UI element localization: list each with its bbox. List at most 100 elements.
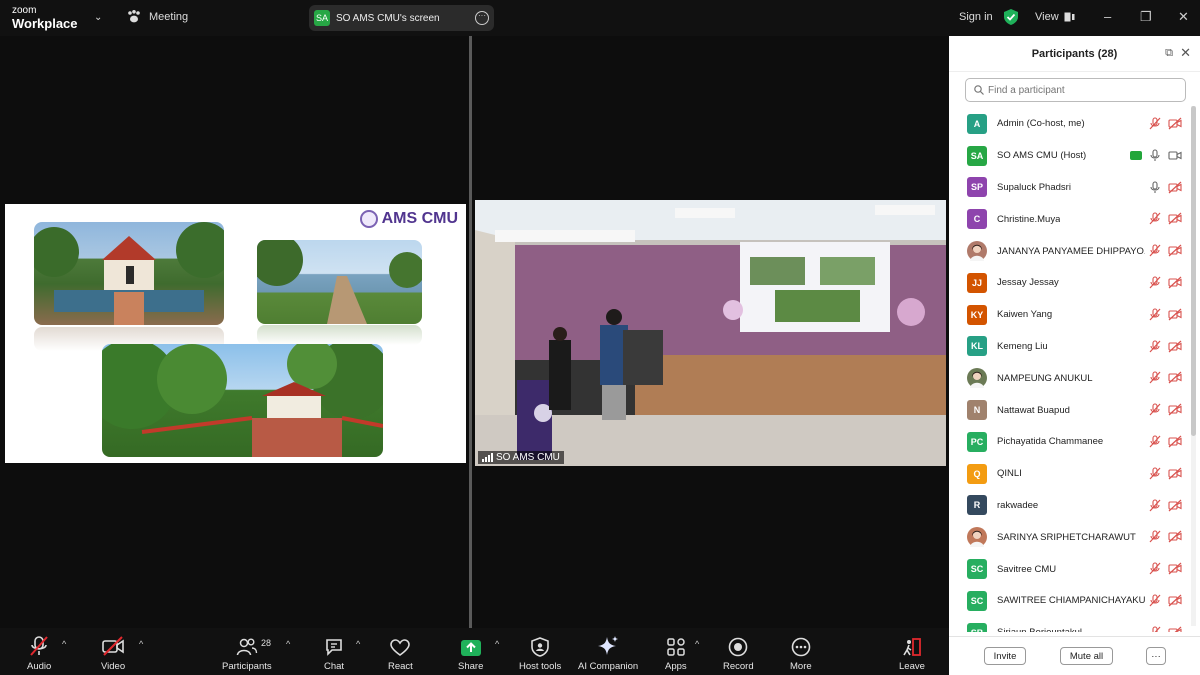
apps-icon bbox=[667, 638, 685, 656]
ai-companion-button[interactable]: AI Companion bbox=[578, 635, 638, 672]
camera-off-icon[interactable] bbox=[1168, 626, 1182, 632]
restore-icon[interactable]: ❐ bbox=[1140, 9, 1152, 25]
view-menu[interactable]: View bbox=[1035, 11, 1075, 23]
mic-muted-icon[interactable] bbox=[1149, 467, 1161, 485]
more-button[interactable]: More bbox=[790, 635, 812, 672]
camera-off-icon[interactable] bbox=[1168, 181, 1182, 199]
minimize-icon[interactable]: – bbox=[1104, 9, 1111, 24]
participant-search[interactable] bbox=[965, 78, 1186, 102]
mic-muted-icon[interactable] bbox=[1149, 340, 1161, 358]
camera-off-icon[interactable] bbox=[1168, 467, 1182, 485]
chevron-down-icon[interactable]: ⌄ bbox=[94, 12, 102, 23]
apps-button[interactable]: Apps bbox=[665, 635, 687, 672]
security-shield-icon[interactable] bbox=[1004, 9, 1018, 25]
camera-off-icon[interactable] bbox=[1168, 530, 1182, 548]
leave-button[interactable]: Leave bbox=[899, 635, 925, 672]
mute-all-button[interactable]: Mute all bbox=[1060, 647, 1113, 665]
participant-row[interactable]: SC Savitree CMU bbox=[949, 553, 1187, 585]
mic-muted-icon[interactable] bbox=[1149, 435, 1161, 453]
audio-options-caret-icon[interactable]: ^ bbox=[62, 639, 66, 649]
close-window-icon[interactable]: ✕ bbox=[1178, 9, 1189, 25]
participant-row[interactable]: JJ Jessay Jessay bbox=[949, 267, 1187, 299]
slide-photo-pavilion bbox=[102, 344, 383, 457]
participant-row[interactable]: JANANYA PANYAMEE DHIPPAYO... bbox=[949, 235, 1187, 267]
mic-muted-icon[interactable] bbox=[1149, 276, 1161, 294]
mic-muted-icon[interactable] bbox=[1149, 117, 1161, 135]
participant-row[interactable]: Rrakwadee bbox=[949, 490, 1187, 522]
meeting-menu[interactable]: Meeting bbox=[127, 10, 188, 23]
panel-more-button[interactable]: ··· bbox=[1146, 647, 1166, 665]
apps-options-caret-icon[interactable]: ^ bbox=[695, 639, 699, 649]
search-input[interactable] bbox=[988, 84, 1168, 96]
participant-row[interactable]: SC SAWITREE CHIAMPANICHAYAKUL bbox=[949, 585, 1187, 617]
camera-off-icon[interactable] bbox=[1168, 276, 1182, 294]
screen-share-indicator[interactable]: SA SO AMS CMU's screen ··· bbox=[309, 5, 494, 31]
scrollbar-thumb[interactable] bbox=[1191, 106, 1196, 436]
participant-row[interactable]: C Christine.Muya bbox=[949, 203, 1187, 235]
participant-name: QINLI bbox=[997, 468, 1022, 480]
mic-icon[interactable] bbox=[1149, 149, 1161, 167]
mic-muted-icon[interactable] bbox=[1149, 403, 1161, 421]
camera-off-icon[interactable] bbox=[1168, 117, 1182, 135]
participant-row[interactable]: SB Siriaun Boriountakul bbox=[949, 617, 1187, 632]
close-panel-icon[interactable]: ✕ bbox=[1180, 45, 1191, 61]
pop-out-icon[interactable]: ⧉ bbox=[1165, 47, 1173, 60]
participant-avatar: N bbox=[967, 400, 987, 421]
participant-row[interactable]: PC Pichayatida Chammanee bbox=[949, 426, 1187, 458]
mic-muted-icon[interactable] bbox=[1149, 594, 1161, 612]
invite-button[interactable]: Invite bbox=[984, 647, 1026, 665]
participant-row[interactable]: A Admin (Co-host, me) bbox=[949, 108, 1187, 140]
participant-row[interactable]: NAMPEUNG ANUKUL bbox=[949, 362, 1187, 394]
video-button[interactable]: Video bbox=[101, 635, 125, 672]
participant-row[interactable]: KL Kemeng Liu bbox=[949, 331, 1187, 363]
heart-icon bbox=[390, 639, 411, 656]
participant-row[interactable]: SP Supaluck Phadsri bbox=[949, 172, 1187, 204]
mic-muted-icon[interactable] bbox=[1149, 371, 1161, 389]
participant-name: Nattawat Buapud bbox=[997, 404, 1070, 416]
participant-avatar: KY bbox=[967, 304, 987, 325]
camera-off-icon[interactable] bbox=[1168, 403, 1182, 421]
host-tools-button[interactable]: Host tools bbox=[519, 635, 561, 672]
camera-off-icon[interactable] bbox=[1168, 212, 1182, 230]
mic-muted-icon[interactable] bbox=[1149, 530, 1161, 548]
participant-row[interactable]: SA SO AMS CMU (Host) bbox=[949, 140, 1187, 172]
sign-in-button[interactable]: Sign in bbox=[959, 11, 993, 23]
participant-row[interactable]: KY Kaiwen Yang bbox=[949, 299, 1187, 331]
camera-off-icon[interactable] bbox=[1168, 308, 1182, 326]
mic-muted-icon[interactable] bbox=[1149, 499, 1161, 517]
chat-button[interactable]: Chat bbox=[324, 635, 344, 672]
participants-options-caret-icon[interactable]: ^ bbox=[286, 639, 290, 649]
split-divider[interactable] bbox=[469, 36, 472, 628]
camera-off-icon[interactable] bbox=[1168, 594, 1182, 612]
chat-options-caret-icon[interactable]: ^ bbox=[356, 639, 360, 649]
mic-muted-icon[interactable] bbox=[1149, 212, 1161, 230]
more-options-icon[interactable]: ··· bbox=[475, 11, 489, 25]
mic-muted-icon[interactable] bbox=[1149, 244, 1161, 262]
record-button[interactable]: Record bbox=[723, 635, 754, 672]
participant-avatar: R bbox=[967, 495, 987, 516]
participant-row[interactable]: Q QINLI bbox=[949, 458, 1187, 490]
participant-name: NAMPEUNG ANUKUL bbox=[997, 372, 1093, 384]
participant-photo-avatar bbox=[967, 527, 987, 548]
host-tools-shield-icon bbox=[531, 637, 549, 657]
camera-off-icon[interactable] bbox=[1168, 371, 1182, 389]
camera-off-icon[interactable] bbox=[1168, 244, 1182, 262]
mic-muted-icon[interactable] bbox=[1149, 562, 1161, 580]
share-options-caret-icon[interactable]: ^ bbox=[495, 639, 499, 649]
react-button[interactable]: React bbox=[388, 635, 413, 672]
mic-muted-icon[interactable] bbox=[1149, 308, 1161, 326]
share-button[interactable]: Share bbox=[458, 635, 483, 672]
camera-off-icon[interactable] bbox=[1168, 340, 1182, 358]
video-options-caret-icon[interactable]: ^ bbox=[139, 639, 143, 649]
mic-icon[interactable] bbox=[1149, 181, 1161, 199]
host-camera-view[interactable]: SO AMS CMU bbox=[475, 200, 946, 466]
audio-button[interactable]: Audio bbox=[27, 635, 51, 672]
participant-row[interactable]: N Nattawat Buapud bbox=[949, 394, 1187, 426]
camera-off-icon[interactable] bbox=[1168, 562, 1182, 580]
camera-icon[interactable] bbox=[1168, 149, 1182, 167]
participant-row[interactable]: SARINYA SRIPHETCHARAWUT bbox=[949, 521, 1187, 553]
camera-off-icon[interactable] bbox=[1168, 499, 1182, 517]
mic-muted-icon[interactable] bbox=[1149, 626, 1161, 632]
camera-off-icon[interactable] bbox=[1168, 435, 1182, 453]
paw-icon bbox=[128, 10, 140, 23]
